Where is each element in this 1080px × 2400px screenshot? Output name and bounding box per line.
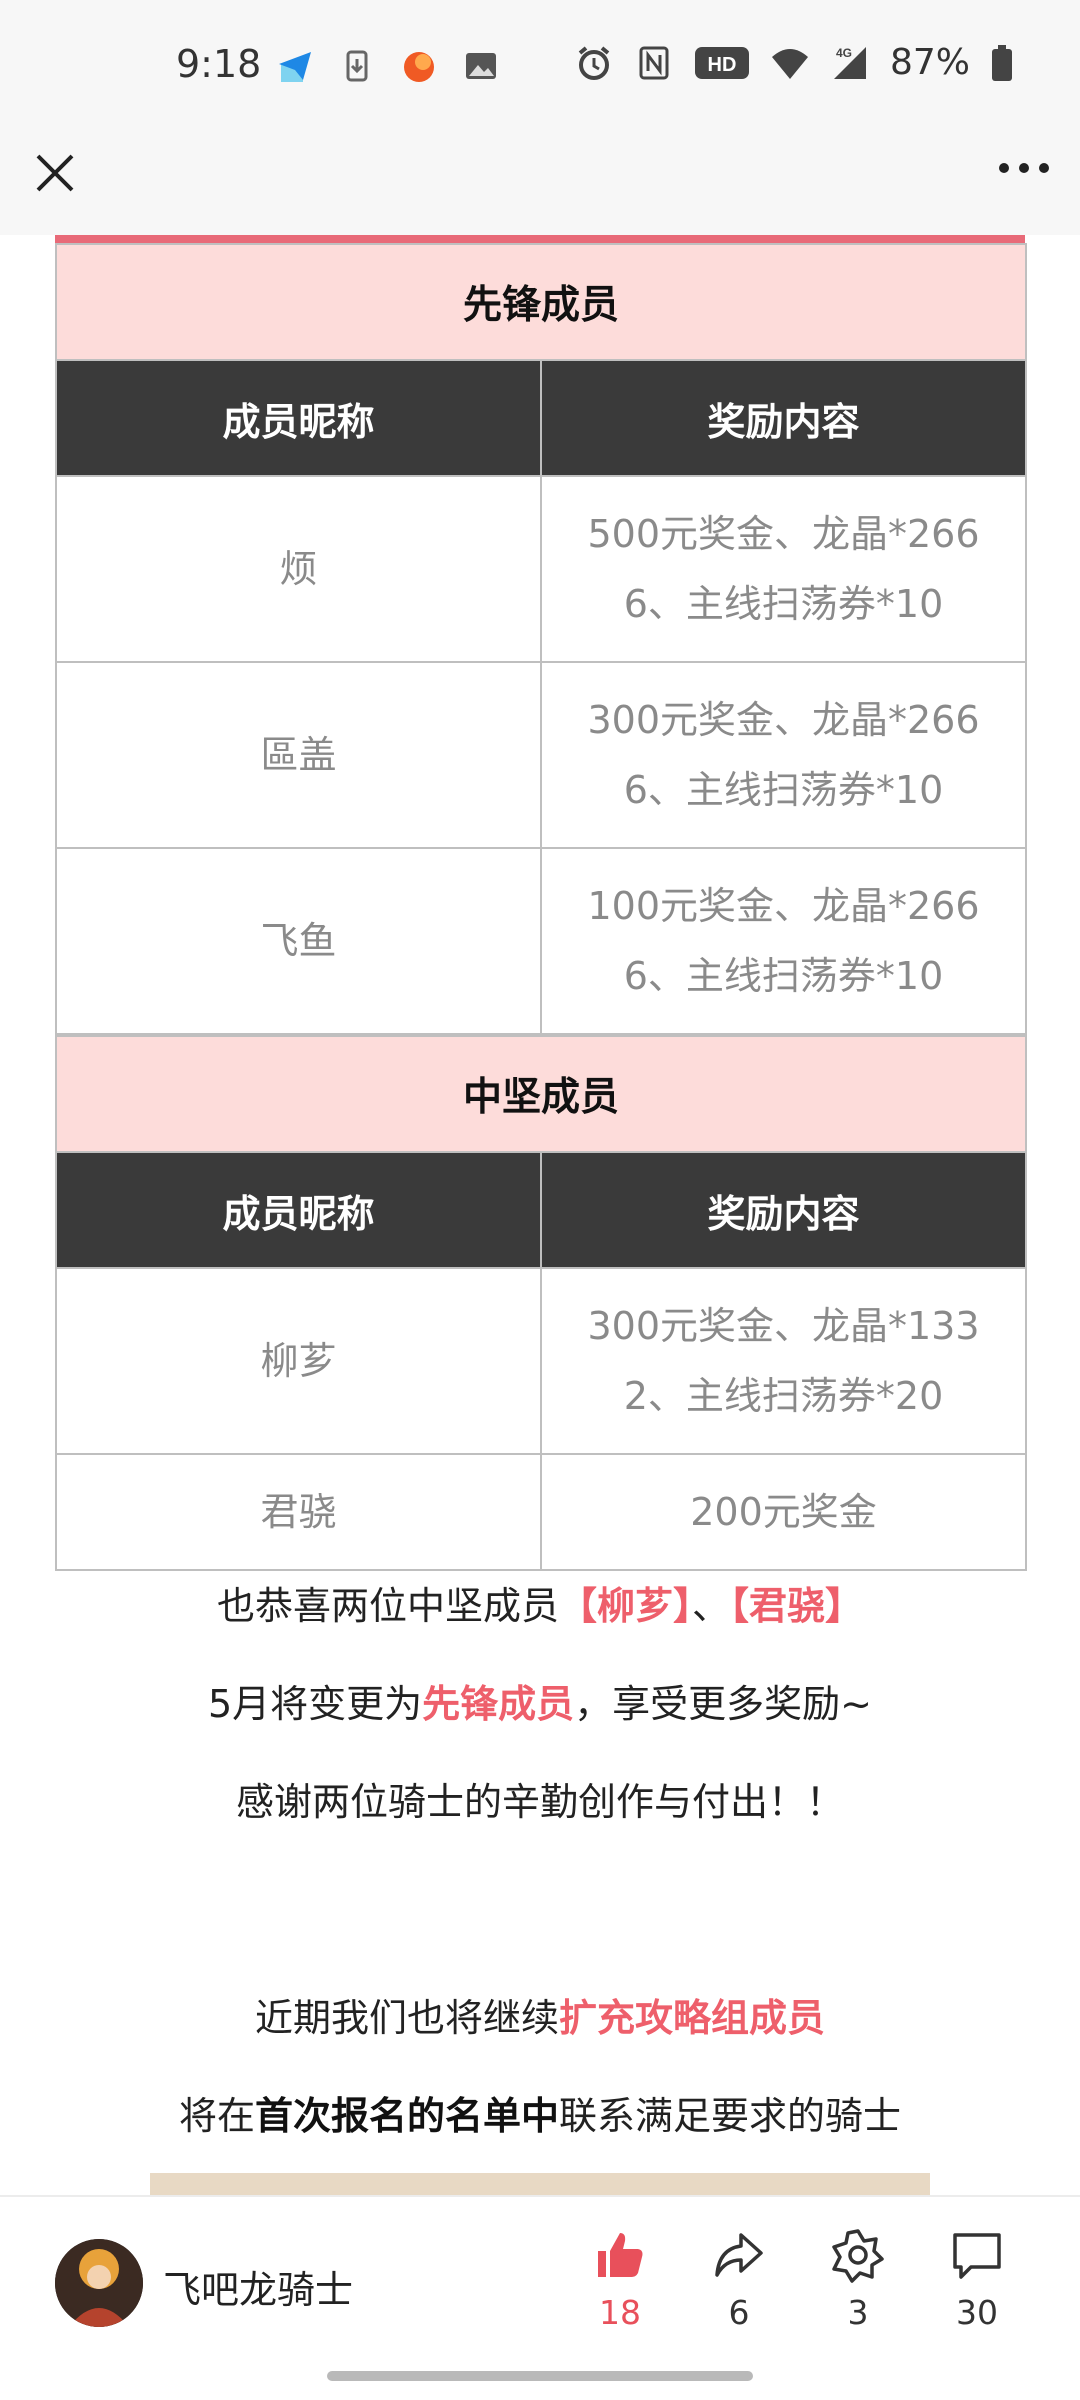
reward-content: 500元奖金、龙晶*266 6、主线扫荡券*10 [539, 475, 1028, 663]
like-count: 18 [599, 2293, 641, 2332]
share-icon [715, 2233, 763, 2277]
table-row: 君骁 200元奖金 [55, 1453, 1028, 1571]
contact-paragraph: 将在首次报名的名单中联系满足要求的骑士 [178, 2094, 902, 2138]
orange-app-icon [399, 46, 439, 86]
status-right-icons: HD 4G 87% [574, 42, 1014, 83]
nfc-icon [634, 43, 674, 83]
table-row: 烦 500元奖金、龙晶*266 6、主线扫荡券*10 [55, 475, 1028, 663]
collect-count: 3 [847, 2293, 869, 2332]
reward-content: 100元奖金、龙晶*266 6、主线扫荡券*10 [539, 847, 1028, 1035]
comment-icon [953, 2233, 1001, 2279]
more-button[interactable] [994, 148, 1054, 188]
table-row: 柳芗 300元奖金、龙晶*133 2、主线扫荡券*20 [55, 1267, 1028, 1455]
close-button[interactable] [30, 148, 80, 198]
reward-content: 300元奖金、龙晶*133 2、主线扫荡券*20 [539, 1267, 1028, 1455]
column-header: 奖励内容 [539, 359, 1028, 477]
wifi-icon [770, 43, 810, 83]
column-header: 奖励内容 [539, 1151, 1028, 1269]
svg-text:HD: HD [708, 54, 737, 76]
reward-content: 200元奖金 [539, 1453, 1028, 1571]
battery-percent: 87% [889, 42, 970, 83]
collect-button[interactable]: 3 [813, 2227, 903, 2332]
promotion-paragraph: 5月将变更为先锋成员，享受更多奖励~ [207, 1682, 873, 1726]
battery-icon [990, 43, 1014, 83]
image-icon [461, 46, 501, 86]
member-name: 柳芗 [55, 1267, 542, 1455]
comment-button[interactable]: 30 [932, 2227, 1022, 2332]
status-bar: 9:18 HD 4G 87% [0, 0, 1080, 135]
signal-icon: 4G [830, 43, 870, 83]
hd-icon: HD [694, 43, 750, 83]
telegram-icon [275, 46, 315, 86]
like-button[interactable]: 18 [575, 2227, 665, 2332]
share-count: 6 [728, 2293, 750, 2332]
close-icon [36, 154, 74, 192]
table-row: 區盖 300元奖金、龙晶*266 6、主线扫荡券*10 [55, 661, 1028, 849]
article-image[interactable] [150, 2173, 930, 2195]
share-button[interactable]: 6 [694, 2227, 784, 2332]
reward-table-vanguard: 先锋成员 成员昵称 奖励内容 烦 500元奖金、龙晶*266 6、主线扫荡券*10… [54, 243, 1028, 1035]
congrats-paragraph: 也恭喜两位中坚成员【柳芗】、【君骁】 [216, 1584, 864, 1628]
section-title: 中坚成员 [54, 1035, 1028, 1153]
recruit-paragraph: 近期我们也将继续扩充攻略组成员 [254, 1996, 826, 2040]
member-name: 君骁 [55, 1453, 542, 1571]
status-left-icons [275, 46, 501, 86]
table-top-rule [55, 235, 1025, 243]
comment-count: 30 [956, 2293, 998, 2332]
more-icon [999, 163, 1049, 173]
status-time: 9:18 [176, 42, 262, 86]
table-row: 飞鱼 100元奖金、龙晶*266 6、主线扫荡券*10 [55, 847, 1028, 1035]
author-avatar[interactable] [55, 2239, 143, 2327]
bottom-bar: 飞吧龙骑士 18 6 3 30 [0, 2195, 1080, 2400]
column-header: 成员昵称 [55, 359, 542, 477]
author-name[interactable]: 飞吧龙骑士 [163, 2259, 353, 2314]
column-header: 成员昵称 [55, 1151, 542, 1269]
home-indicator[interactable] [327, 2371, 753, 2381]
article-content[interactable]: 先锋成员 成员昵称 奖励内容 烦 500元奖金、龙晶*266 6、主线扫荡券*10… [0, 235, 1080, 2195]
reward-content: 300元奖金、龙晶*266 6、主线扫荡券*10 [539, 661, 1028, 849]
member-name: 飞鱼 [55, 847, 542, 1035]
section-title: 先锋成员 [54, 243, 1028, 361]
alarm-icon [574, 43, 614, 83]
member-name: 區盖 [55, 661, 542, 849]
reward-table-core: 中坚成员 成员昵称 奖励内容 柳芗 300元奖金、龙晶*133 2、主线扫荡券*2… [54, 1035, 1028, 1571]
member-name: 烦 [55, 475, 542, 663]
collect-icon [832, 2229, 884, 2283]
download-icon [337, 46, 377, 86]
top-nav [0, 135, 1080, 235]
thumbs-up-icon [598, 2233, 643, 2277]
svg-text:4G: 4G [836, 46, 852, 60]
thanks-paragraph: 感谢两位骑士的辛勤创作与付出！！ [235, 1780, 844, 1824]
